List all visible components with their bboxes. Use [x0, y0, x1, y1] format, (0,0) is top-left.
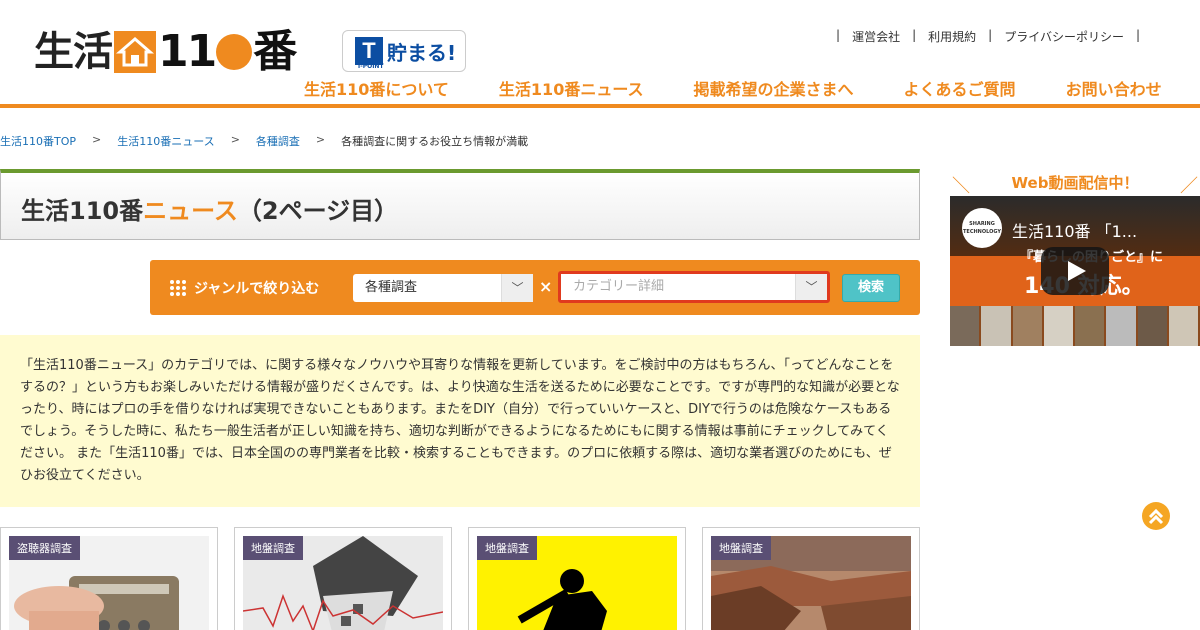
page-title-suffix: （2ページ目） [237, 197, 399, 225]
category-select-placeholder: カテゴリー詳細 [573, 279, 665, 294]
grid-icon [170, 280, 186, 296]
breadcrumb-separator: > [230, 133, 240, 146]
channel-avatar[interactable]: SHARING TECHNOLOGY [962, 208, 1002, 248]
nav-item-companies[interactable]: 掲載希望の企業さまへ [694, 76, 854, 100]
category-select[interactable]: カテゴリー詳細 ﹀ [558, 271, 830, 303]
site-header: 生活 11 番 T 貯まる! T-POINT | 運営会社 | 利用規約 | プ… [0, 0, 1200, 108]
utility-link-company[interactable]: 運営会社 [852, 28, 900, 45]
filter-label: ジャンルで絞り込む [170, 278, 319, 298]
search-button[interactable]: 検索 [842, 274, 900, 302]
breadcrumb: 生活110番TOP > 生活110番ニュース > 各種調査 > 各種調査に関する… [0, 133, 528, 149]
site-logo[interactable]: 生活 11 番 [34, 26, 297, 77]
page-title-main: 生活110番 [21, 197, 144, 225]
nav-item-about[interactable]: 生活110番について [304, 76, 449, 100]
chevron-up-icon [1148, 508, 1164, 525]
category-description-text: 「生活110番ニュース」のカテゴリでは、に関する様々なノウハウや耳寄りな情報を更… [20, 358, 900, 483]
logo-text-11: 11 [158, 26, 217, 77]
page-title-accent: ニュース [143, 197, 238, 225]
card-category-tag: 地盤調査 [243, 536, 303, 560]
tpoint-mark-icon: T [355, 37, 383, 65]
breadcrumb-separator: > [315, 133, 326, 146]
utility-link-privacy[interactable]: プライバシーポリシー [1004, 28, 1124, 45]
article-card[interactable]: 地盤調査 [702, 527, 920, 630]
article-card[interactable]: 地盤調査 [468, 527, 686, 630]
sidebar-video-heading: ＼ Web動画配信中！ ／ [952, 174, 1198, 197]
breadcrumb-link-news[interactable]: 生活110番ニュース [117, 133, 214, 149]
card-category-tag: 盗聴器調査 [9, 536, 80, 560]
card-category-tag: 地盤調査 [711, 536, 771, 560]
utility-link-terms[interactable]: 利用規約 [928, 28, 976, 45]
nav-item-faq[interactable]: よくあるご質問 [904, 76, 1016, 100]
house-icon [114, 31, 156, 73]
chevron-down-icon: ﹀ [795, 274, 827, 300]
page-title: 生活110番ニュース（2ページ目） [21, 191, 398, 226]
page-title-box: 生活110番ニュース（2ページ目） [0, 169, 920, 240]
video-embed[interactable]: SHARING TECHNOLOGY 生活110番 「1... 『暮らしの困りご… [950, 196, 1200, 346]
nav-item-contact[interactable]: お問い合わせ [1066, 76, 1162, 100]
breadcrumb-current: 各種調査に関するお役立ち情報が満載 [341, 135, 529, 148]
tpoint-sub-label: T-POINT [357, 63, 384, 70]
genre-select-value: 各種調査 [365, 280, 418, 295]
logo-text-left: 生活 [34, 29, 113, 75]
sidebar-video-heading-text: Web動画配信中！ [1011, 174, 1139, 192]
times-icon: × [539, 277, 553, 296]
chevron-down-icon: ﹀ [501, 274, 533, 302]
filter-label-text: ジャンルで絞り込む [194, 281, 320, 297]
card-category-tag: 地盤調査 [477, 536, 537, 560]
logo-text-ban: 番 [253, 26, 297, 77]
video-title[interactable]: 生活110番 「1... [1012, 218, 1137, 242]
category-description: 「生活110番ニュース」のカテゴリでは、に関する様々なノウハウや耳寄りな情報を更… [0, 335, 920, 507]
breadcrumb-link-survey[interactable]: 各種調査 [256, 133, 300, 149]
tpoint-label: 貯まる! [387, 40, 457, 65]
header-divider [0, 104, 1200, 108]
video-thumbnail-strip [950, 306, 1200, 346]
article-card[interactable]: 地盤調査 [234, 527, 452, 630]
breadcrumb-separator: > [92, 133, 102, 146]
breadcrumb-link-top[interactable]: 生活110番TOP [0, 133, 76, 149]
logo-zero-circle [216, 34, 253, 70]
nav-item-news[interactable]: 生活110番ニュース [499, 76, 644, 100]
back-to-top-button[interactable] [1142, 502, 1170, 530]
play-button-icon[interactable] [1041, 247, 1109, 295]
tpoint-banner[interactable]: T 貯まる! T-POINT [342, 30, 466, 72]
genre-select[interactable]: 各種調査 ﹀ [353, 274, 533, 302]
global-nav: 生活110番について 生活110番ニュース 掲載希望の企業さまへ よくあるご質問… [304, 76, 1162, 100]
logo-110: 11 番 [158, 26, 297, 77]
genre-filter-bar: ジャンルで絞り込む 各種調査 ﹀ × カテゴリー詳細 ﹀ 検索 [150, 260, 920, 315]
article-card[interactable]: 盗聴器調査 [0, 527, 218, 630]
utility-nav: | 運営会社 | 利用規約 | プライバシーポリシー | [836, 28, 1140, 45]
